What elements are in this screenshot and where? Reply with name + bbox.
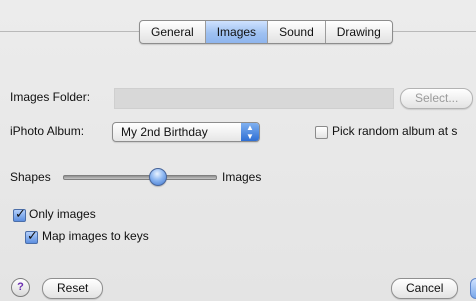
tab-sound[interactable]: Sound bbox=[268, 21, 326, 43]
help-button[interactable]: ? bbox=[11, 278, 30, 297]
preferences-window: General Images Sound Drawing Images Fold… bbox=[0, 0, 476, 301]
random-album-checkbox[interactable] bbox=[315, 126, 328, 139]
default-button-edge[interactable] bbox=[470, 278, 476, 299]
random-album-label: Pick random album at s bbox=[332, 124, 458, 138]
images-folder-field[interactable] bbox=[114, 88, 394, 109]
select-folder-button[interactable]: Select... bbox=[400, 88, 474, 109]
reset-button[interactable]: Reset bbox=[42, 278, 104, 299]
slider-left-label: Shapes bbox=[10, 170, 51, 184]
checkmark-icon: ✓ bbox=[27, 228, 38, 243]
checkmark-icon: ✓ bbox=[15, 206, 26, 221]
tab-bar: General Images Sound Drawing bbox=[139, 20, 393, 44]
slider-right-label: Images bbox=[222, 170, 262, 184]
slider-knob[interactable] bbox=[149, 168, 168, 186]
only-images-label: Only images bbox=[29, 207, 96, 221]
images-folder-label: Images Folder: bbox=[10, 90, 91, 104]
cancel-button[interactable]: Cancel bbox=[391, 278, 459, 299]
up-down-arrows-icon: ▲ ▼ bbox=[241, 123, 259, 141]
map-images-checkbox[interactable]: ✓ bbox=[25, 228, 38, 244]
tab-images[interactable]: Images bbox=[205, 21, 269, 43]
iphoto-album-popup[interactable]: My 2nd Birthday ▲ ▼ bbox=[112, 122, 260, 142]
tab-general[interactable]: General bbox=[140, 21, 206, 43]
shapes-images-slider[interactable] bbox=[63, 175, 217, 180]
tab-drawing[interactable]: Drawing bbox=[326, 21, 392, 43]
iphoto-album-value: My 2nd Birthday bbox=[121, 125, 208, 139]
iphoto-album-label: iPhoto Album: bbox=[10, 124, 85, 138]
map-images-label: Map images to keys bbox=[42, 229, 149, 243]
only-images-checkbox[interactable]: ✓ bbox=[13, 206, 26, 222]
